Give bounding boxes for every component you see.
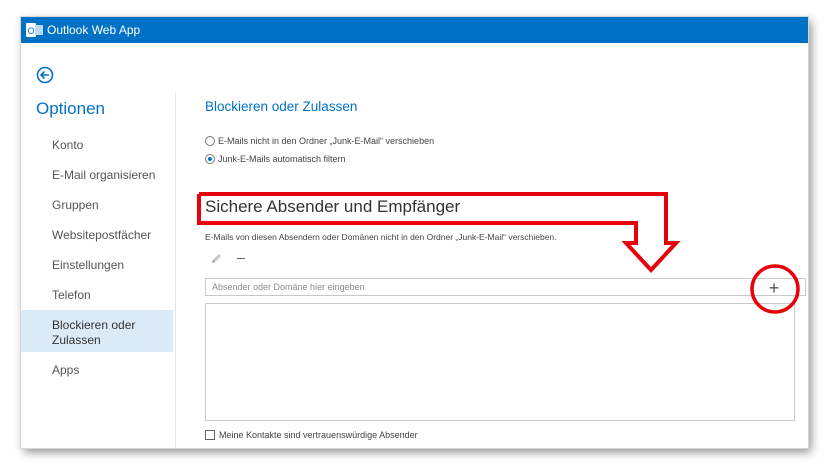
options-heading: Optionen	[36, 99, 105, 118]
radio-label: Junk-E-Mails automatisch filtern	[218, 154, 346, 164]
outlook-logo-icon: O	[26, 23, 43, 37]
minus-icon[interactable]: –	[237, 249, 245, 265]
sidebar-item-label: Telefon	[52, 288, 91, 302]
sidebar-item-email-organisieren[interactable]: E-Mail organisieren	[21, 168, 173, 184]
radio-button[interactable]	[205, 136, 215, 146]
sidebar-item-einstellungen[interactable]: Einstellungen	[21, 258, 173, 274]
sender-domain-input[interactable]	[205, 278, 806, 296]
svg-text:O: O	[27, 26, 34, 36]
pencil-icon[interactable]	[210, 252, 223, 265]
radio-no-junk-move[interactable]: E-Mails nicht in den Ordner „Junk-E-Mail…	[205, 136, 434, 146]
sidebar-divider	[175, 92, 176, 448]
sidebar-item-label: Einstellungen	[52, 258, 125, 272]
sidebar-item-label: Apps	[52, 363, 80, 377]
app-title: Outlook Web App	[47, 23, 141, 37]
checkbox[interactable]	[205, 430, 215, 440]
sidebar-item-konto[interactable]: Konto	[21, 138, 173, 154]
top-bar: O Outlook Web App	[21, 17, 808, 43]
sidebar-item-label: Websitepostfächer	[52, 228, 152, 242]
sidebar-item-apps[interactable]: Apps	[21, 363, 173, 379]
sidebar-item-label-line2: Zulassen	[52, 333, 101, 347]
radio-auto-filter[interactable]: Junk-E-Mails automatisch filtern	[205, 154, 346, 164]
safe-senders-description: E-Mails von diesen Absendern oder Domäne…	[205, 232, 557, 242]
plus-icon[interactable]: +	[763, 277, 785, 299]
radio-button-selected[interactable]	[205, 154, 215, 164]
sidebar-item-label: Konto	[52, 138, 84, 152]
safe-senders-list[interactable]	[205, 303, 795, 421]
sidebar-item-telefon[interactable]: Telefon	[21, 288, 173, 304]
outlook-window: O Outlook Web App Optionen Konto E-Mail …	[21, 17, 808, 448]
checkbox-label: Meine Kontakte sind vertrauenswürdige Ab…	[219, 430, 418, 440]
trusted-contacts-checkbox-row[interactable]: Meine Kontakte sind vertrauenswürdige Ab…	[205, 430, 418, 440]
sidebar-item-label: Gruppen	[52, 198, 99, 212]
sidebar-item-label-line1: Blockieren oder	[52, 318, 136, 332]
back-arrow-icon[interactable]	[36, 66, 54, 84]
sidebar-item-websitepostfaecher[interactable]: Websitepostfächer	[21, 228, 173, 244]
page-title: Blockieren oder Zulassen	[205, 99, 358, 114]
sidebar-item-blockieren-oder-zulassen[interactable]: Blockieren oder Zulassen	[21, 310, 173, 352]
sidebar-item-gruppen[interactable]: Gruppen	[21, 198, 173, 214]
sidebar-item-label: E-Mail organisieren	[52, 168, 156, 182]
radio-label: E-Mails nicht in den Ordner „Junk-E-Mail…	[218, 136, 435, 146]
safe-senders-heading: Sichere Absender und Empfänger	[205, 197, 461, 216]
